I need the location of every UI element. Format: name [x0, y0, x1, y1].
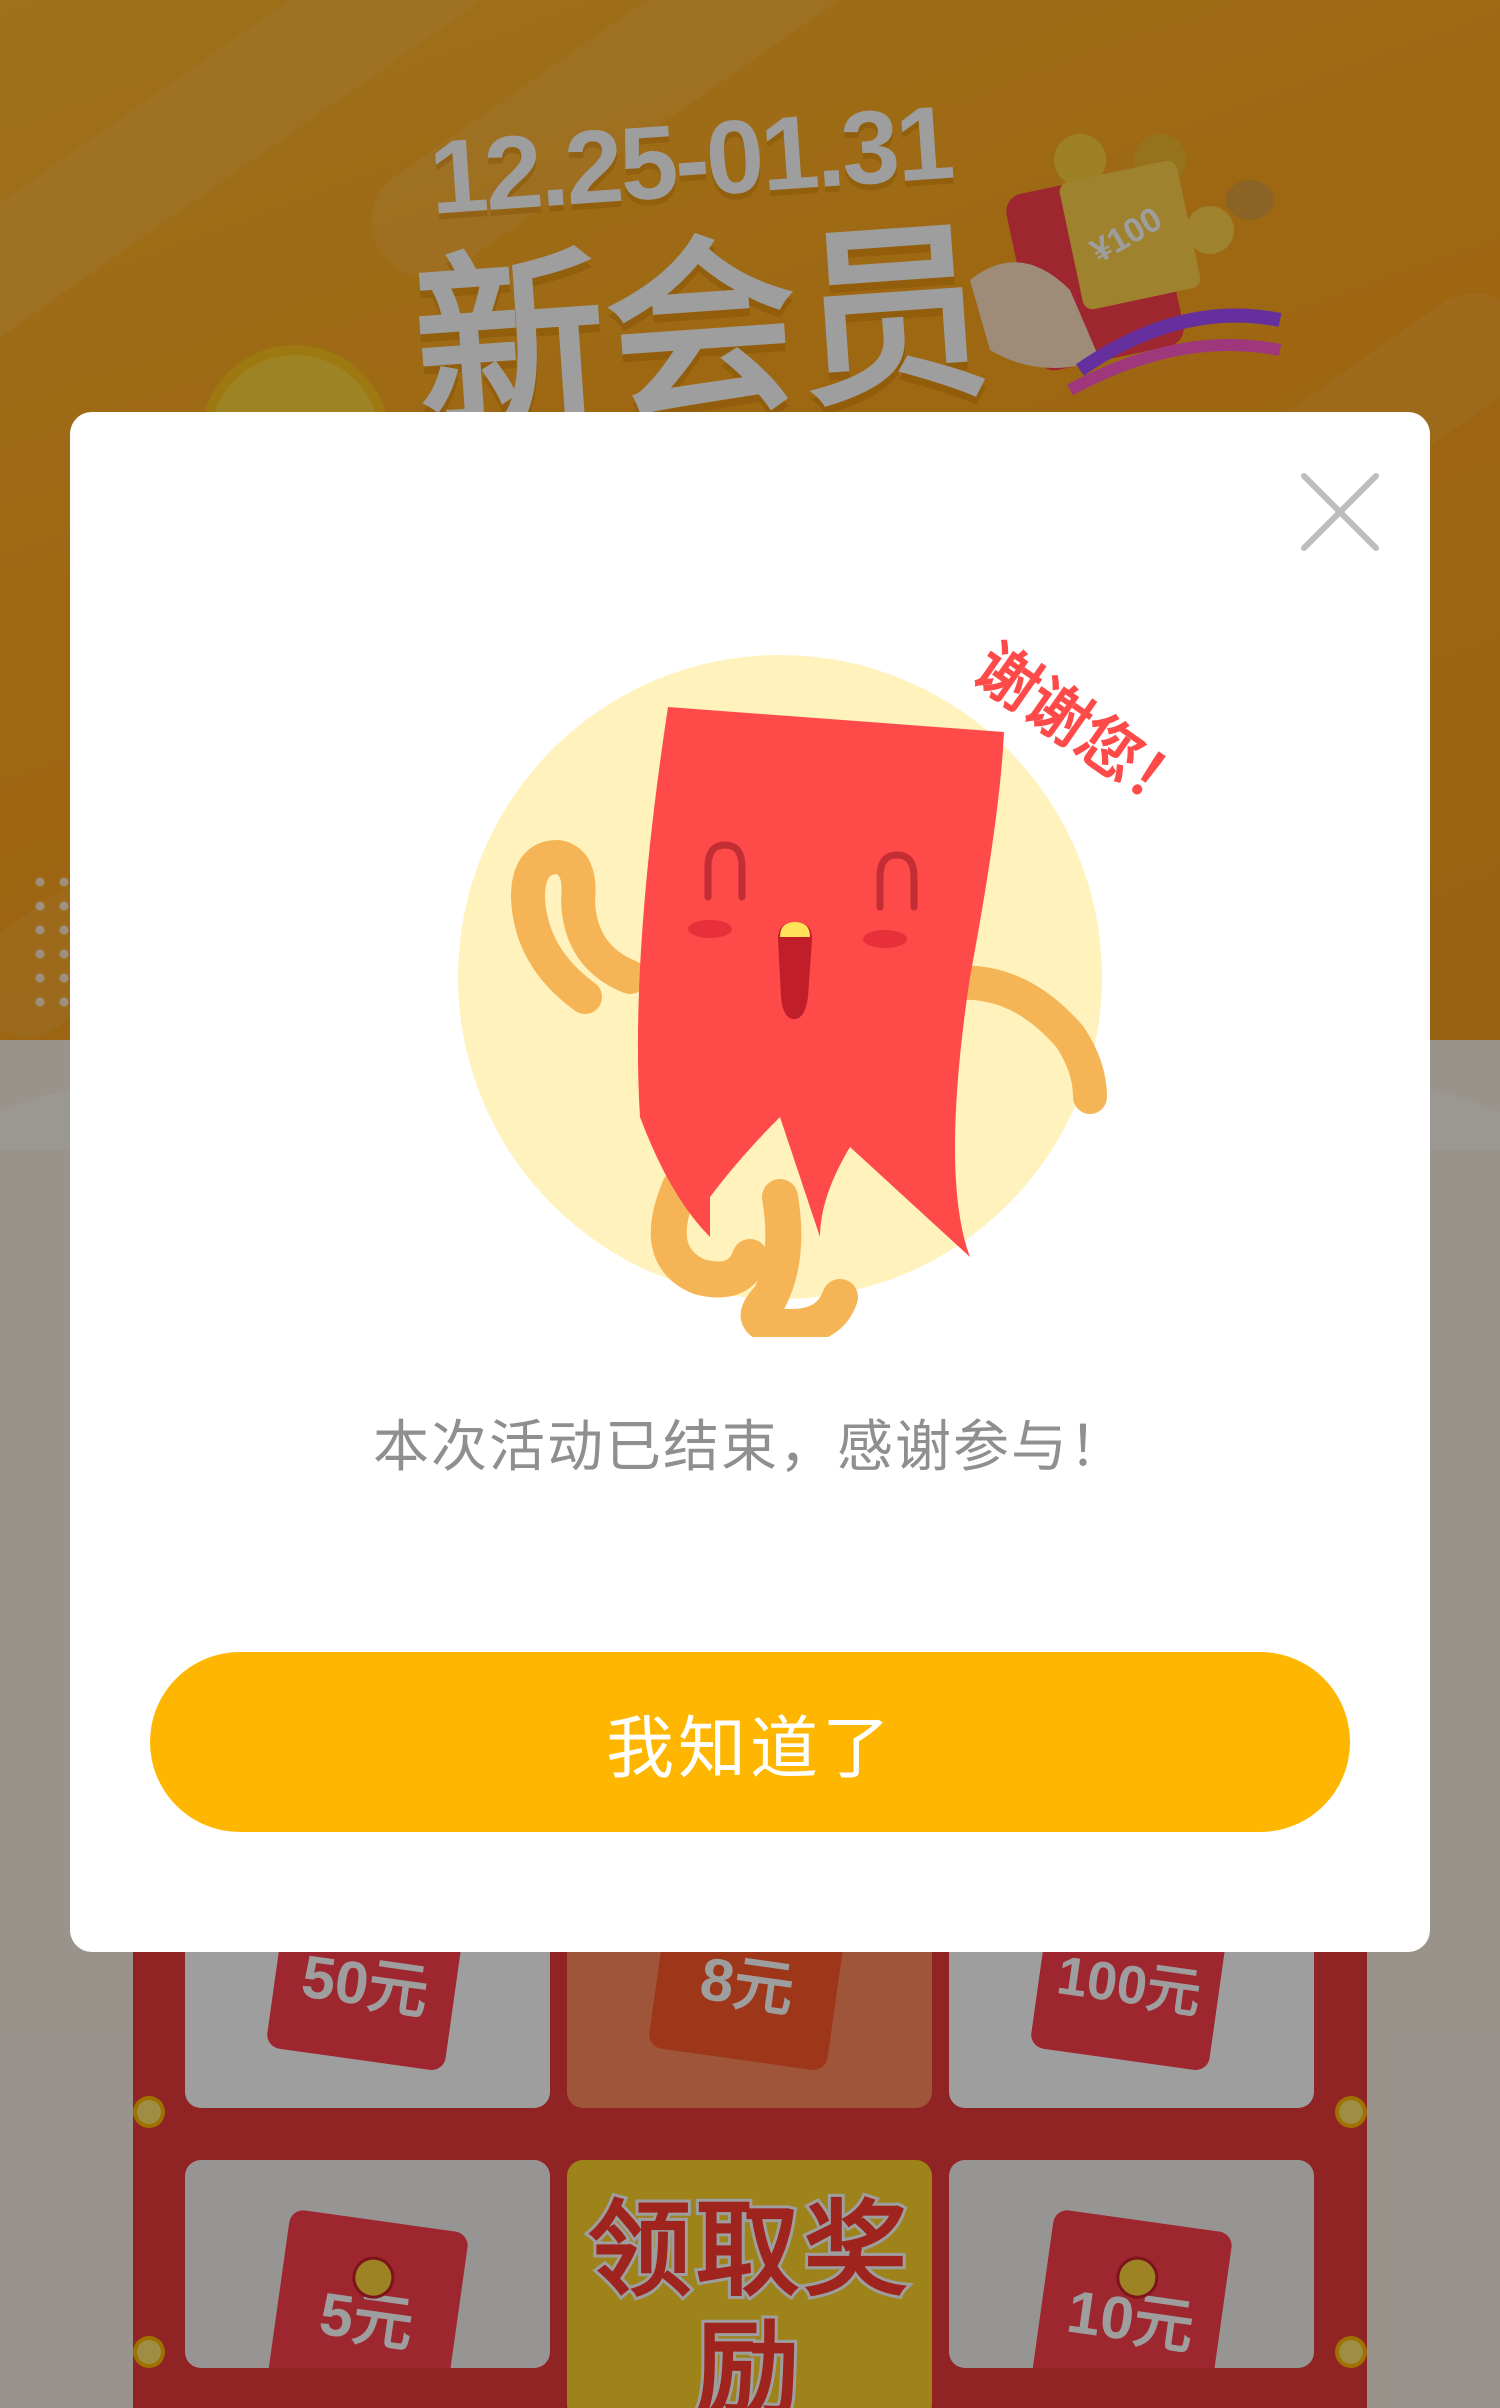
- close-button[interactable]: [1290, 462, 1390, 562]
- activity-ended-dialog: 谢谢您！ 本次活动已结束，感谢参与！ 我知道了: [70, 412, 1430, 1952]
- red-envelope-body: [637, 707, 1004, 1257]
- close-icon: [1301, 473, 1379, 551]
- got-it-button[interactable]: 我知道了: [150, 1652, 1350, 1832]
- activity-ended-message: 本次活动已结束，感谢参与！: [373, 1415, 1127, 1480]
- red-envelope-mascot-illustration: 谢谢您！: [458, 624, 1170, 1337]
